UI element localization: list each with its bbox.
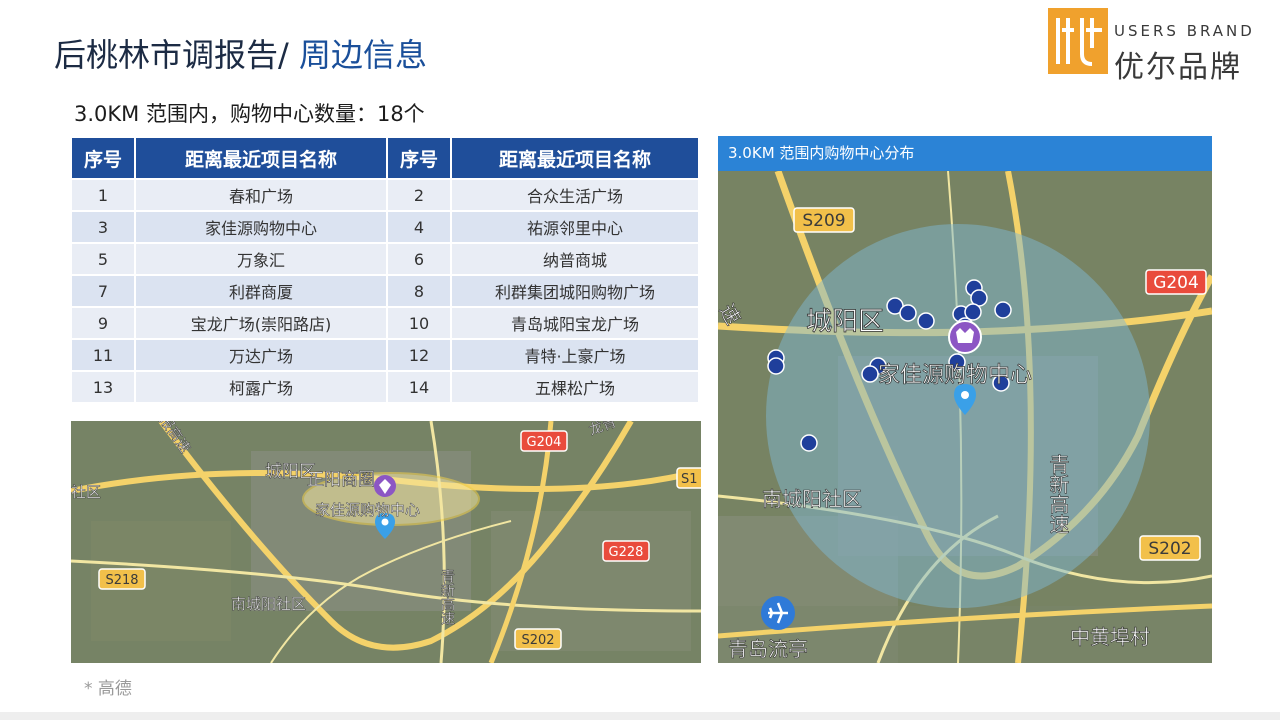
footer-divider bbox=[0, 712, 1280, 720]
map-right-canvas: S209 G204 S202 城阳区 家佳源购物中心 南城阳社区 青岛流亭 中黄… bbox=[718, 136, 1212, 663]
table-row: 5 万象汇 6 纳普商城 bbox=[72, 244, 698, 274]
cell-name: 家佳源购物中心 bbox=[136, 212, 386, 242]
road-shield-s202: S202 bbox=[521, 633, 554, 648]
mall-dot[interactable] bbox=[994, 301, 1012, 319]
header-name: 距离最近项目名称 bbox=[136, 138, 386, 178]
cell-index: 2 bbox=[388, 180, 450, 210]
cell-name: 柯露广场 bbox=[136, 372, 386, 402]
road-shield-s202: S202 bbox=[1148, 539, 1191, 559]
mall-dot[interactable] bbox=[861, 365, 879, 383]
cell-name: 五棵松广场 bbox=[452, 372, 698, 402]
cell-index: 7 bbox=[72, 276, 134, 306]
road-shield-g204: G204 bbox=[1153, 273, 1199, 293]
mall-table: 序号 距离最近项目名称 序号 距离最近项目名称 1 春和广场 2 合众生活广场 … bbox=[70, 136, 700, 404]
table-row: 11 万达广场 12 青特·上豪广场 bbox=[72, 340, 698, 370]
cell-name: 万象汇 bbox=[136, 244, 386, 274]
cell-name: 利群集团城阳购物广场 bbox=[452, 276, 698, 306]
map-label-area: 正阳商圈 bbox=[307, 470, 375, 490]
table-row: 3 家佳源购物中心 4 祐源邻里中心 bbox=[72, 212, 698, 242]
header-index: 序号 bbox=[388, 138, 450, 178]
title-accent: 周边信息 bbox=[298, 36, 427, 74]
mall-dot[interactable] bbox=[899, 304, 917, 322]
cell-name: 利群商厦 bbox=[136, 276, 386, 306]
logo-english: USERS BRAND bbox=[1114, 22, 1255, 40]
map-label-south: 南城阳社区 bbox=[762, 487, 862, 511]
table-row: 1 春和广场 2 合众生活广场 bbox=[72, 180, 698, 210]
map-label-mall: 家佳源购物中心 bbox=[878, 363, 1032, 388]
map-label-airport: 青岛流亭 bbox=[728, 637, 808, 661]
cell-name: 祐源邻里中心 bbox=[452, 212, 698, 242]
road-shield-g204: G204 bbox=[527, 435, 562, 450]
cell-index: 13 bbox=[72, 372, 134, 402]
road-shield-s209: S209 bbox=[802, 211, 845, 231]
header-name: 距离最近项目名称 bbox=[452, 138, 698, 178]
cell-index: 10 bbox=[388, 308, 450, 338]
mall-dot[interactable] bbox=[800, 434, 818, 452]
subtitle: 3.0KM 范围内，购物中心数量：18个 bbox=[74, 102, 425, 126]
cell-index: 5 bbox=[72, 244, 134, 274]
map-label-highway: 青新高速 bbox=[1046, 454, 1070, 534]
cell-name: 春和广场 bbox=[136, 180, 386, 210]
road-shield-g228: G228 bbox=[609, 545, 644, 560]
cell-name: 万达广场 bbox=[136, 340, 386, 370]
cell-name: 宝龙广场(崇阳路店) bbox=[136, 308, 386, 338]
map-label-mall: 家佳源购物中心 bbox=[315, 501, 420, 519]
cell-index: 9 bbox=[72, 308, 134, 338]
mall-dot[interactable] bbox=[767, 357, 785, 375]
map-right[interactable]: 3.0KM 范围内购物中心分布 S209 G204 S202 城阳区 家佳源购物… bbox=[718, 136, 1212, 663]
road-shield-s1: S1 bbox=[681, 472, 698, 487]
cell-name: 合众生活广场 bbox=[452, 180, 698, 210]
page-title: 后桃林市调报告/ 周边信息 bbox=[54, 30, 427, 76]
header-index: 序号 bbox=[72, 138, 134, 178]
map-left[interactable]: G204 G228 S218 S202 S1 城阳区 正阳商圈 家佳源购物中心 … bbox=[71, 421, 701, 663]
cell-index: 4 bbox=[388, 212, 450, 242]
logo-chinese: 优尔品牌 bbox=[1114, 50, 1242, 85]
mall-dot[interactable] bbox=[917, 312, 935, 330]
table-row: 9 宝龙广场(崇阳路店) 10 青岛城阳宝龙广场 bbox=[72, 308, 698, 338]
cell-index: 6 bbox=[388, 244, 450, 274]
logo-mark-icon bbox=[1048, 8, 1108, 74]
table-row: 7 利群商厦 8 利群集团城阳购物广场 bbox=[72, 276, 698, 306]
map-left-canvas: G204 G228 S218 S202 S1 城阳区 正阳商圈 家佳源购物中心 … bbox=[71, 421, 701, 663]
cell-name: 纳普商城 bbox=[452, 244, 698, 274]
title-main: 后桃林市调报告/ bbox=[54, 36, 299, 74]
map-label-district: 城阳区 bbox=[806, 307, 884, 337]
cell-index: 3 bbox=[72, 212, 134, 242]
table-header-row: 序号 距离最近项目名称 序号 距离最近项目名称 bbox=[72, 138, 698, 178]
cell-index: 12 bbox=[388, 340, 450, 370]
brand-logo: USERS BRAND 优尔品牌 bbox=[1048, 8, 1258, 85]
road-shield-s218: S218 bbox=[105, 573, 138, 588]
cell-index: 14 bbox=[388, 372, 450, 402]
map-right-header: 3.0KM 范围内购物中心分布 bbox=[718, 136, 1212, 171]
source-note: * 高德 bbox=[84, 679, 132, 699]
cell-index: 8 bbox=[388, 276, 450, 306]
map-label-village: 中黄埠村 bbox=[1070, 625, 1150, 649]
cell-name: 青岛城阳宝龙广场 bbox=[452, 308, 698, 338]
cell-index: 11 bbox=[72, 340, 134, 370]
map-label-south: 南城阳社区 bbox=[231, 595, 306, 613]
map-label-left-edge: 社区 bbox=[71, 483, 101, 501]
cell-name: 青特·上豪广场 bbox=[452, 340, 698, 370]
map-label-highway-right: 青新高速 bbox=[439, 569, 455, 626]
table-row: 13 柯露广场 14 五棵松广场 bbox=[72, 372, 698, 402]
cell-index: 1 bbox=[72, 180, 134, 210]
